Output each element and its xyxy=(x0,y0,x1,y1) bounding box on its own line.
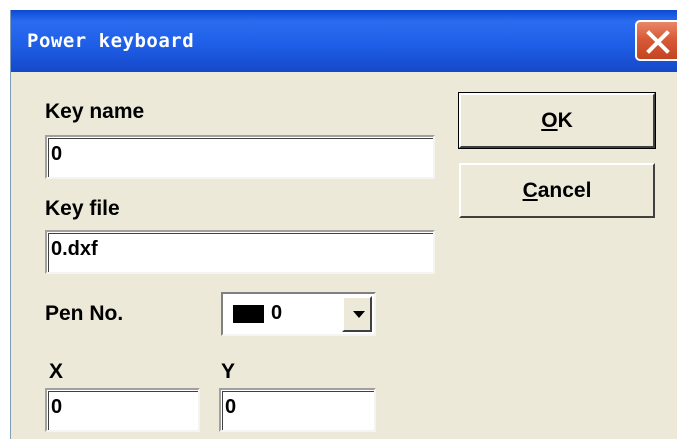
pen-no-label: Pen No. xyxy=(45,302,124,325)
ok-label-rest: K xyxy=(557,109,573,132)
ok-button[interactable]: OK xyxy=(458,92,656,149)
window-title: Power keyboard xyxy=(27,30,195,52)
close-icon xyxy=(646,30,670,54)
x-field[interactable]: 0 xyxy=(45,388,200,432)
ok-mnemonic: O xyxy=(541,109,558,132)
key-name-label: Key name xyxy=(45,100,145,123)
chevron-down-icon xyxy=(353,311,365,318)
pen-dropdown-button[interactable] xyxy=(342,296,372,332)
key-file-field[interactable]: 0.dxf xyxy=(45,230,435,274)
key-file-value: 0.dxf xyxy=(51,238,98,260)
x-label: X xyxy=(49,360,64,383)
key-file-label: Key file xyxy=(45,197,120,220)
key-name-field[interactable]: 0 xyxy=(45,135,435,179)
y-field[interactable]: 0 xyxy=(219,388,376,432)
pen-no-select[interactable]: 0 xyxy=(221,292,376,336)
title-bar[interactable]: Power keyboard xyxy=(11,10,677,72)
pen-no-value: 0 xyxy=(271,302,283,324)
close-button[interactable] xyxy=(635,20,677,61)
pen-color-swatch xyxy=(233,305,264,323)
key-name-value: 0 xyxy=(51,143,63,165)
cancel-label-rest: ancel xyxy=(537,179,592,202)
x-value: 0 xyxy=(51,396,63,418)
power-keyboard-dialog: Power keyboard Key name 0 Key file 0.dxf… xyxy=(10,10,677,439)
cancel-mnemonic: C xyxy=(522,179,538,202)
cancel-button[interactable]: Cancel xyxy=(459,163,655,218)
y-value: 0 xyxy=(225,396,237,418)
y-label: Y xyxy=(221,360,236,383)
